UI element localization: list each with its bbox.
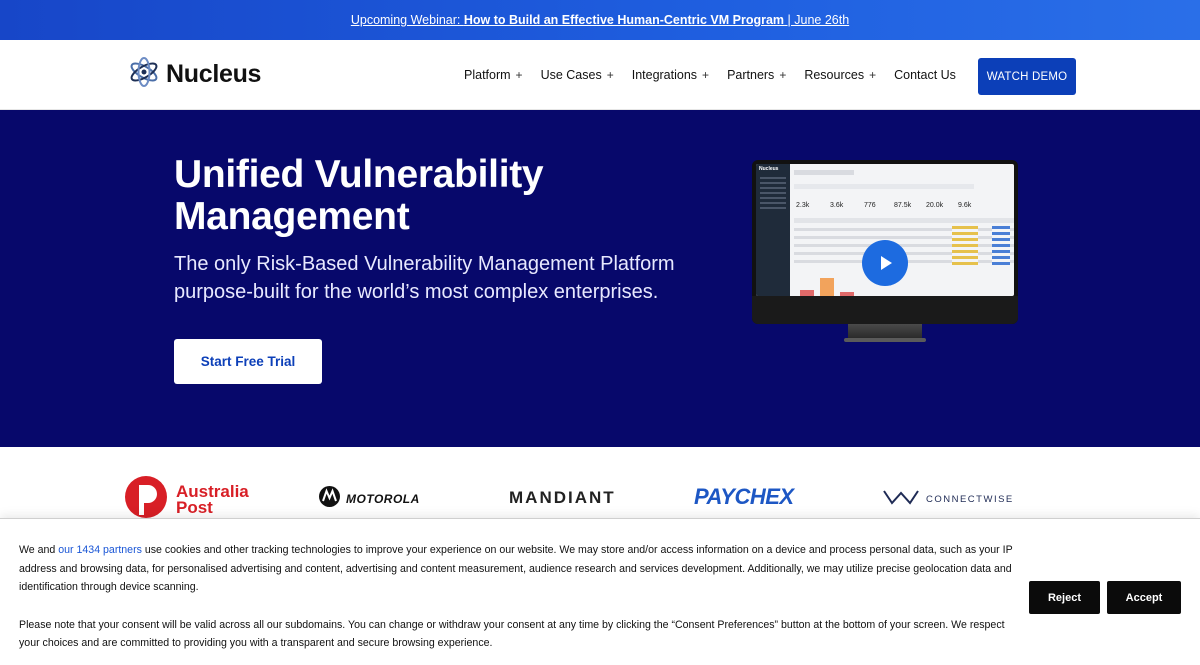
- sidebar-line: [760, 207, 786, 209]
- logo-text: PAYCHEX: [694, 484, 794, 509]
- logo-text-line: Post: [176, 497, 213, 517]
- nav-menu: Platform + Use Cases + Integrations + Pa…: [464, 68, 974, 82]
- nav-item-contact-us[interactable]: Contact Us: [894, 68, 956, 82]
- nav-item-resources[interactable]: Resources +: [804, 68, 876, 82]
- sidebar-line: [760, 182, 786, 184]
- dashboard-sidebar: Nucleus: [756, 164, 790, 296]
- dashboard-brand: Nucleus: [759, 166, 779, 172]
- reject-button[interactable]: Reject: [1029, 581, 1100, 614]
- accept-button[interactable]: Accept: [1107, 581, 1181, 614]
- stat-value: 9.6k: [958, 202, 972, 209]
- severity-grid: [952, 226, 978, 266]
- announcement-prefix: Upcoming Webinar:: [350, 13, 464, 27]
- logo-paychex: PAYCHEX: [694, 484, 794, 510]
- hero-section: Unified Vulnerability Management The onl…: [0, 110, 1200, 447]
- plus-icon: +: [702, 68, 710, 82]
- logo-text: MOTOROLA: [346, 492, 420, 506]
- stat-value: 20.0k: [926, 202, 944, 209]
- logo-mandiant: MANDIANT: [509, 488, 616, 508]
- monitor-chin: [752, 296, 1018, 324]
- watch-demo-button[interactable]: WATCH DEMO: [978, 58, 1076, 95]
- monitor-base: [844, 338, 926, 342]
- announcement-title: How to Build an Effective Human-Centric …: [463, 13, 785, 27]
- webinar-link[interactable]: Upcoming Webinar: How to Build an Effect…: [351, 13, 849, 27]
- product-video-preview[interactable]: Nucleus 2.3k 3.6k 776 87.5k 20.0k 9.6k: [752, 160, 1018, 352]
- table-row: [794, 236, 1014, 239]
- nav-item-label: Partners: [727, 68, 775, 82]
- logo-motorola: MOTOROLA: [319, 486, 420, 512]
- play-video-button[interactable]: [862, 240, 908, 286]
- stat-value: 2.3k: [796, 202, 810, 209]
- nav-item-label: Platform: [464, 68, 511, 82]
- dashboard-header-bar: [794, 170, 854, 175]
- connectwise-icon: [882, 487, 920, 512]
- consent-subdomain-note: Please note that your consent will be va…: [19, 618, 1005, 650]
- logo-text: MANDIANT: [509, 488, 616, 507]
- stat-value: 776: [864, 202, 876, 209]
- logo-text: CONNECTWISE: [926, 494, 1014, 505]
- hero-title: Unified Vulnerability Management: [174, 153, 544, 238]
- partners-link[interactable]: our 1434 partners: [58, 544, 142, 556]
- atom-logo-icon: [128, 56, 160, 93]
- nav-item-label: Resources: [804, 68, 865, 82]
- stat-value: 87.5k: [894, 202, 912, 209]
- action-buttons-column: [992, 226, 1010, 266]
- sidebar-line: [760, 192, 786, 194]
- consent-text: We and our 1434 partners use cookies and…: [19, 541, 1019, 653]
- logo-australia-post: Australia Post: [124, 475, 249, 524]
- brand-logo[interactable]: Nucleus: [128, 56, 261, 93]
- consent-text-part: We and: [19, 544, 59, 556]
- table-row: [794, 228, 1014, 231]
- nav-item-label: Contact Us: [894, 68, 956, 82]
- plus-icon: +: [779, 68, 787, 82]
- plus-icon: +: [515, 68, 523, 82]
- hero-subtitle: The only Risk-Based Vulnerability Manage…: [174, 253, 675, 303]
- announcement-bar: Upcoming Webinar: How to Build an Effect…: [0, 0, 1200, 40]
- nav-item-partners[interactable]: Partners +: [727, 68, 786, 82]
- start-free-trial-button[interactable]: Start Free Trial: [174, 339, 322, 384]
- dashboard-summary-bar: [794, 184, 974, 189]
- consent-text-part: use cookies and other tracking technolog…: [19, 544, 1013, 593]
- sidebar-line: [760, 202, 786, 204]
- plus-icon: +: [606, 68, 614, 82]
- nav-item-label: Integrations: [631, 68, 698, 82]
- nav-item-integrations[interactable]: Integrations +: [632, 68, 709, 82]
- nav-item-use-cases[interactable]: Use Cases +: [541, 68, 614, 82]
- announcement-suffix: | June 26th: [784, 13, 850, 27]
- logo-text: Australia Post: [176, 483, 249, 517]
- cookie-consent-banner: We and our 1434 partners use cookies and…: [0, 518, 1200, 665]
- table-row: [794, 244, 1014, 247]
- customer-logos: Australia Post MOTOROLA MANDIANT PAYCHEX…: [0, 447, 1200, 522]
- table-header-bar: [794, 218, 1014, 223]
- sidebar-line: [760, 197, 786, 199]
- nav-item-platform[interactable]: Platform +: [464, 68, 523, 82]
- main-nav: Nucleus Platform + Use Cases + Integrati…: [0, 40, 1200, 110]
- nav-item-label: Use Cases: [540, 68, 602, 82]
- plus-icon: +: [869, 68, 877, 82]
- chart-bar: [820, 278, 834, 296]
- motorola-batwing-icon: [319, 486, 340, 512]
- logo-connectwise: CONNECTWISE: [882, 487, 1014, 512]
- brand-name: Nucleus: [166, 60, 262, 88]
- sidebar-line: [760, 187, 786, 189]
- stat-value: 3.6k: [830, 202, 844, 209]
- sidebar-line: [760, 177, 786, 179]
- monitor-stand: [848, 324, 922, 338]
- australia-post-icon: [124, 475, 168, 524]
